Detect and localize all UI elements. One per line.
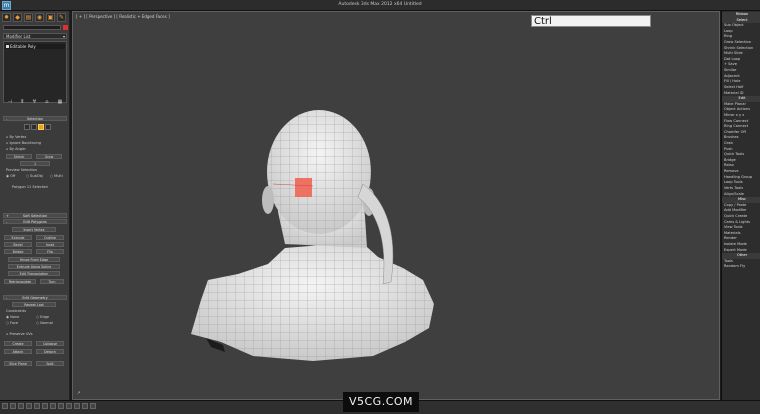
- axis-gizmo: ↗: [77, 390, 81, 395]
- shrink-button[interactable]: Shrink: [6, 154, 32, 159]
- command-panel: ✸ ◆ ▤ ◉ ▣ ✎ Modifier List ▾ Editable Pol…: [0, 11, 70, 400]
- constraints-label: Constraints: [6, 309, 26, 313]
- detach-button[interactable]: Detach: [36, 349, 64, 354]
- scale-icon[interactable]: [90, 403, 96, 409]
- watermark: V5CG.COM: [343, 392, 419, 412]
- move-icon[interactable]: [74, 403, 80, 409]
- object-name-field[interactable]: [3, 25, 61, 30]
- collapse-icon: -: [6, 117, 8, 121]
- unlink-icon[interactable]: [26, 403, 32, 409]
- extrude-button[interactable]: Extrude: [4, 235, 32, 240]
- select-icon[interactable]: [42, 403, 48, 409]
- bridge-button[interactable]: Bridge: [4, 249, 32, 254]
- rect-select-icon[interactable]: [58, 403, 64, 409]
- preview-selection-label: Preview Selection: [6, 168, 37, 172]
- rp-item[interactable]: Random Fly: [722, 264, 760, 270]
- chevron-down-icon: ▾: [62, 34, 65, 39]
- select-by-name-icon[interactable]: [50, 403, 56, 409]
- modifier-list-label: Modifier List: [6, 34, 31, 39]
- modify-tab-icon[interactable]: ◆: [13, 13, 22, 22]
- modifier-list-dropdown[interactable]: Modifier List ▾: [3, 33, 67, 39]
- element-mode-icon[interactable]: [45, 124, 51, 130]
- soft-selection-rollout[interactable]: + Soft Selection: [3, 213, 67, 218]
- redo-icon[interactable]: [10, 403, 16, 409]
- configure-sets-icon[interactable]: ▦: [58, 99, 63, 105]
- subobject-selector: [24, 124, 51, 130]
- bevel-button[interactable]: Bevel: [4, 242, 32, 247]
- by-angle-checkbox[interactable]: ▫ By Angle:: [6, 147, 26, 151]
- window-crossing-icon[interactable]: [66, 403, 72, 409]
- create-button[interactable]: Create: [4, 341, 32, 346]
- insert-vertex-button[interactable]: Insert Vertex: [12, 227, 56, 232]
- edit-polygons-rollout[interactable]: - Edit Polygons: [3, 219, 67, 224]
- graphite-tools-panel: Ribbon Select Sub Object Loop Ring Grow …: [721, 11, 760, 400]
- attach-button[interactable]: Attach: [4, 349, 32, 354]
- object-color-swatch[interactable]: [63, 25, 68, 30]
- ring-spinner[interactable]: 1: [20, 161, 50, 166]
- stack-item-editable-poly[interactable]: Editable Poly: [5, 44, 65, 49]
- utilities-tab-icon[interactable]: ✎: [57, 13, 66, 22]
- selected-polygons: [295, 178, 312, 197]
- hierarchy-tab-icon[interactable]: ▤: [24, 13, 33, 22]
- undo-icon[interactable]: [2, 403, 8, 409]
- constraint-face-radio[interactable]: ○ Face: [6, 321, 18, 325]
- preview-subobj-radio[interactable]: ○ SubObj: [26, 174, 43, 178]
- head-bust-model[interactable]: [73, 12, 719, 399]
- retriangulate-button[interactable]: Retriangulate: [4, 279, 36, 284]
- stack-toolbar: ⊣ Ⅱ ∀ ⌂ ▦: [3, 98, 67, 106]
- preserve-uvs-checkbox[interactable]: ▫ Preserve UVs: [6, 332, 33, 336]
- show-end-result-icon[interactable]: Ⅱ: [21, 99, 23, 105]
- preview-multi-radio[interactable]: ○ Multi: [50, 174, 63, 178]
- vertex-mode-icon[interactable]: [24, 124, 30, 130]
- grow-button[interactable]: Grow: [36, 154, 62, 159]
- flip-button[interactable]: Flip: [36, 249, 64, 254]
- polygon-mode-icon[interactable]: [38, 124, 44, 130]
- edit-triangulation-button[interactable]: Edit Triangulation: [8, 271, 60, 276]
- by-vertex-checkbox[interactable]: ▫ By Vertex: [6, 135, 26, 139]
- create-tab-icon[interactable]: ✸: [2, 13, 11, 22]
- extrude-along-spline-button[interactable]: Extrude Along Spline: [8, 264, 60, 269]
- command-panel-tabs: ✸ ◆ ▤ ◉ ▣ ✎: [2, 13, 68, 23]
- selection-status: Polygon 11 Selected: [12, 185, 48, 189]
- motion-tab-icon[interactable]: ◉: [35, 13, 44, 22]
- hinge-from-edge-button[interactable]: Hinge From Edge: [8, 257, 60, 262]
- constraint-none-radio[interactable]: ◉ None: [6, 315, 19, 319]
- remove-modifier-icon[interactable]: ⌂: [45, 99, 48, 105]
- main-toolbar-icons: [2, 403, 96, 409]
- link-icon[interactable]: [18, 403, 24, 409]
- constraint-edge-radio[interactable]: ○ Edge: [36, 315, 49, 319]
- collapse-button[interactable]: Collapse: [36, 341, 64, 346]
- selection-rollout-title: Selection: [26, 117, 44, 121]
- edge-mode-icon[interactable]: [31, 124, 37, 130]
- display-tab-icon[interactable]: ▣: [46, 13, 55, 22]
- edit-geometry-rollout[interactable]: - Edit Geometry: [3, 295, 67, 300]
- title-bar: m Autodesk 3ds Max 2012 x64 Untitled: [0, 0, 760, 11]
- outline-button[interactable]: Outline: [36, 235, 64, 240]
- make-unique-icon[interactable]: ∀: [33, 99, 36, 105]
- slice-plane-button[interactable]: Slice Plane: [4, 361, 32, 366]
- split-button[interactable]: Split: [36, 361, 64, 366]
- turn-button[interactable]: Turn: [40, 279, 64, 284]
- preview-off-radio[interactable]: ◉ Off: [6, 174, 15, 178]
- constraint-normal-radio[interactable]: ○ Normal: [36, 321, 53, 325]
- selection-rollout[interactable]: - Selection: [3, 116, 67, 121]
- rotate-icon[interactable]: [82, 403, 88, 409]
- bind-icon[interactable]: [34, 403, 40, 409]
- pin-stack-icon[interactable]: ⊣: [8, 99, 12, 105]
- perspective-viewport[interactable]: [ + ] [ Perspective ] [ Realistic + Edge…: [72, 11, 720, 400]
- modifier-stack[interactable]: Editable Poly: [3, 41, 67, 103]
- repeat-last-button[interactable]: Repeat Last: [12, 302, 56, 307]
- inset-button[interactable]: Inset: [36, 242, 64, 247]
- ignore-backfacing-checkbox[interactable]: ▫ Ignore Backfacing: [6, 141, 41, 145]
- window-title: Autodesk 3ds Max 2012 x64 Untitled: [338, 2, 422, 7]
